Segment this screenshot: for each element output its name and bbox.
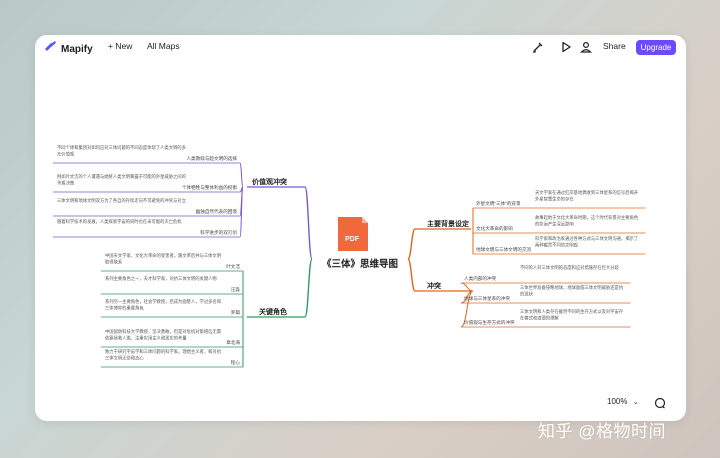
- upgrade-button[interactable]: Upgrade: [636, 40, 676, 55]
- note-values-2: 三体文明和地球文明双方为了各自的存续走向不可避免的冲突与对立: [57, 197, 187, 204]
- leaf-connector: [460, 282, 474, 292]
- chevron-down-icon: ⌄: [632, 399, 639, 406]
- leaf-connector: [239, 162, 244, 188]
- new-map-button[interactable]: + New: [108, 41, 132, 51]
- node-values-2: 幽独自然代表的困境: [196, 208, 238, 215]
- node-themes-1: 文化大革命的影响: [476, 225, 513, 232]
- note-conflict-0: 不同的人对三体文明的态度和应对措施存在巨大分歧: [520, 264, 620, 271]
- plus-icon: +: [108, 41, 113, 51]
- note-characters-1: 系列主要角色之一，天才科学家，对抗三体文明的关键人物: [105, 275, 217, 282]
- branch-connector-themes: [407, 228, 416, 260]
- branch-connector-values: [304, 186, 313, 260]
- user-icon[interactable]: [579, 40, 593, 54]
- brush-icon[interactable]: [531, 40, 545, 54]
- node-conflict-2: 价值观与生存方式的冲突: [464, 319, 515, 326]
- app-name: Mapify: [61, 43, 93, 55]
- note-values-3: 随着科学技术的发展，人类探索宇宙的同时也在未可能的灭亡危机: [57, 218, 182, 225]
- node-conflict-0: 人类内部的冲突: [464, 275, 497, 282]
- app-window: Mapify + New All Maps Share Upgrade PDF 《…: [35, 35, 686, 421]
- note-themes-0: 天文学家在通过红岸基地偶收到三体星系的信号后揭开外星智慧生命的存在: [535, 189, 639, 202]
- node-themes-2: 地球文明与三体文明的交流: [476, 246, 532, 253]
- note-characters-3: 中国国防科技大学教授，坚决勇敢，但是对危机对策相信无需依靠拯救人类，注重实用主义…: [105, 328, 222, 341]
- note-values-1: 例如叶文洁的个人遭遇与她将人类文明暴露于可能的外星威胁之间的矛盾决策: [57, 173, 186, 186]
- watermark: 知乎 @格物时间: [538, 422, 666, 441]
- chat-icon[interactable]: [654, 396, 666, 414]
- mapify-logo-icon: [44, 40, 57, 58]
- share-button[interactable]: Share: [603, 41, 626, 51]
- branch-values: 价值观冲突: [252, 177, 287, 186]
- branch-themes: 主要背景设定: [427, 219, 469, 228]
- note-conflict-1: 三体世界准备侵略地球，地球面临三体文明威胁还是抗的现状: [520, 284, 624, 297]
- node-values-1: 个体牺牲与整体利益的权衡: [182, 184, 238, 191]
- node-values-0: 人类救赎与超文明的选择: [186, 155, 237, 162]
- branch-connector-characters: [304, 258, 313, 318]
- note-themes-2: 科学家和政治家通过各种方式与三体文明沟通，揭示了两种截然不同的文明观: [535, 235, 638, 248]
- node-characters-1: 汪淼: [231, 286, 241, 293]
- note-characters-0: 中国天文学家，文化大革命的受害者。跟文革后并与三体文明取得联系: [105, 252, 221, 265]
- note-themes-1: 故事起始于文化大革命时期，这个时代背景对主要角色的命运产生深远影响: [535, 214, 639, 227]
- node-characters-4: 程心: [231, 359, 241, 366]
- mindmap-root-title: 《三体》思维导图: [322, 258, 398, 270]
- note-conflict-2: 三体文明和人类存在截然不同的生存方式以及对宇宙存在模式和道德的理解: [520, 308, 624, 321]
- brand[interactable]: Mapify: [44, 40, 93, 58]
- note-characters-4: 致力于研究宇宙学和三体问题的科学家，理想主义者，和对抗三体文明无奈和态心: [105, 348, 222, 361]
- new-label: New: [115, 41, 133, 51]
- top-toolbar: Mapify + New All Maps Share Upgrade: [35, 35, 686, 59]
- pdf-label: PDF: [345, 236, 360, 243]
- pdf-file-icon[interactable]: PDF: [338, 217, 368, 251]
- node-themes-0: 外星文明"三体"的背景: [476, 200, 521, 207]
- zoom-level: 100%: [607, 397, 628, 406]
- node-characters-2: 罗辑: [231, 309, 241, 316]
- branch-connector-conflict: [407, 258, 416, 292]
- node-values-3: 科学进步的双刃剑: [200, 229, 237, 236]
- play-icon[interactable]: [559, 40, 573, 54]
- branch-conflict: 冲突: [427, 281, 441, 290]
- node-conflict-1: 地球与三体星系的冲突: [464, 295, 510, 302]
- note-values-0: 不同个体和集团对如何应对三体问题的不同态度体现了人类文明的多元价值观: [57, 144, 187, 157]
- zoom-control[interactable]: 100% ⌄: [607, 397, 639, 406]
- branch-characters: 关键角色: [259, 307, 287, 316]
- mindmap-canvas[interactable]: PDF 《三体》思维导图 价值观冲突 人类救赎与超文明的选择不同个体和集团对如何应对三…: [35, 59, 686, 399]
- node-characters-0: 叶文洁: [226, 263, 240, 270]
- node-characters-3: 章北海: [226, 339, 240, 346]
- note-characters-2: 系列另一主要角色，社会学教授，后成为面壁人，学过多名和三体博弈的重要角色: [105, 298, 221, 311]
- all-maps-button[interactable]: All Maps: [147, 41, 180, 51]
